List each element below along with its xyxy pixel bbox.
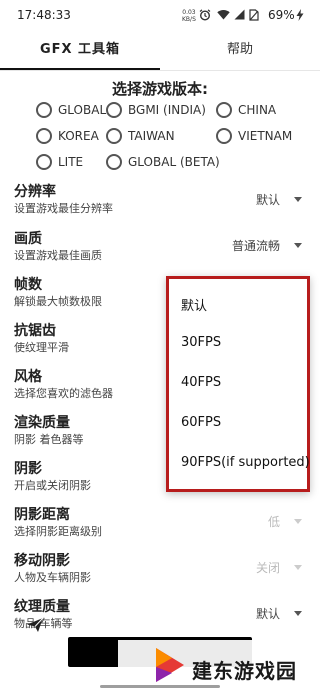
status-bar: 17:48:33 0.03 KB/S 69% xyxy=(0,0,320,30)
version-label: BGMI (INDIA) xyxy=(128,103,206,117)
version-label: TAIWAN xyxy=(128,129,175,143)
radio-circle xyxy=(106,128,122,144)
version-label: VIETNAM xyxy=(238,129,293,143)
fps-option-default[interactable]: 默认 xyxy=(181,295,207,314)
radio-circle xyxy=(106,154,122,170)
setting-title: 分辨率 xyxy=(14,184,56,200)
tab-gfx-toolbox[interactable]: GFX 工具箱 xyxy=(0,30,160,70)
version-radio-korea[interactable]: KOREA xyxy=(36,126,99,146)
send-icon[interactable] xyxy=(26,617,44,633)
selector-value: 普通流畅 xyxy=(232,238,281,253)
setting-desc: 开启或关闭阴影 xyxy=(14,479,91,492)
version-radio-china[interactable]: CHINA xyxy=(216,100,276,120)
radio-circle xyxy=(36,154,52,170)
no-sim-icon xyxy=(249,9,259,21)
watermark-text: 建东游戏园 xyxy=(192,659,297,683)
version-radio-taiwan[interactable]: TAIWAN xyxy=(106,126,175,146)
network-speed-unit: KB/S xyxy=(182,16,196,23)
setting-desc: 设置游戏最佳画质 xyxy=(14,249,102,262)
selector-value: 低 xyxy=(268,514,281,529)
setting-desc: 使纹理平滑 xyxy=(14,341,69,354)
fps-dropdown-menu: 默认 30FPS 40FPS 60FPS 90FPS(if supported) xyxy=(166,276,310,492)
tab-bar: GFX 工具箱 帮助 xyxy=(0,30,320,70)
setting-desc: 选择阴影距离级别 xyxy=(14,525,102,538)
fps-option-60[interactable]: 60FPS xyxy=(181,415,221,430)
setting-title: 抗锯齿 xyxy=(14,323,56,339)
setting-moving-shadows: 移动阴影 人物及车辆阴影 xyxy=(14,552,91,585)
version-radio-global-beta[interactable]: GLOBAL (BETA) xyxy=(106,152,220,172)
setting-fps: 帧数 解锁最大帧数极限 xyxy=(14,276,102,309)
setting-antialiasing: 抗锯齿 使纹理平滑 xyxy=(14,322,69,355)
setting-title: 帧数 xyxy=(14,277,42,293)
resolution-selector[interactable]: 默认 xyxy=(256,189,303,209)
setting-title: 风格 xyxy=(14,369,42,385)
version-label: LITE xyxy=(58,155,84,169)
watermark-logo-icon xyxy=(156,648,184,682)
graphics-selector[interactable]: 普通流畅 xyxy=(232,235,303,255)
setting-desc: 选择您喜欢的滤色器 xyxy=(14,387,113,400)
setting-desc: 阴影 着色器等 xyxy=(14,433,84,446)
dropdown-caret-icon xyxy=(294,610,303,616)
status-time: 17:48:33 xyxy=(17,8,71,22)
setting-shadow-distance: 阴影距离 选择阴影距离级别 xyxy=(14,506,102,539)
moving-shadows-selector[interactable]: 关闭 xyxy=(256,557,303,577)
home-indicator[interactable] xyxy=(100,685,220,688)
setting-desc: 人物及车辆阴影 xyxy=(14,571,91,584)
network-speed: 0.03 KB/S xyxy=(182,9,196,23)
tab-divider xyxy=(0,70,320,71)
version-section-title: 选择游戏版本: xyxy=(112,80,208,98)
setting-style: 风格 选择您喜欢的滤色器 xyxy=(14,368,113,401)
version-label: KOREA xyxy=(58,129,99,143)
texture-quality-selector[interactable]: 默认 xyxy=(256,603,303,623)
version-label: CHINA xyxy=(238,103,277,117)
fps-option-40[interactable]: 40FPS xyxy=(181,375,221,390)
setting-title: 画质 xyxy=(14,231,42,247)
version-label: GLOBAL xyxy=(58,103,107,117)
setting-title: 纹理质量 xyxy=(14,599,70,615)
version-label: GLOBAL (BETA) xyxy=(128,155,220,169)
setting-title: 移动阴影 xyxy=(14,553,70,569)
signal-icon xyxy=(234,9,245,20)
setting-graphics: 画质 设置游戏最佳画质 xyxy=(14,230,102,263)
version-radio-global[interactable]: GLOBAL xyxy=(36,100,106,120)
radio-circle xyxy=(36,102,52,118)
version-radio-lite[interactable]: LITE xyxy=(36,152,83,172)
radio-circle xyxy=(216,102,232,118)
radio-circle xyxy=(36,128,52,144)
selector-value: 默认 xyxy=(256,192,281,207)
dropdown-caret-icon xyxy=(294,196,303,202)
setting-render-quality: 渲染质量 阴影 着色器等 xyxy=(14,414,84,447)
setting-shadows: 阴影 开启或关闭阴影 xyxy=(14,460,91,493)
setting-resolution: 分辨率 设置游戏最佳分辨率 xyxy=(14,183,113,216)
charging-bolt-icon xyxy=(296,9,304,21)
radio-circle xyxy=(216,128,232,144)
battery-percent: 69% xyxy=(268,8,295,22)
setting-desc: 设置游戏最佳分辨率 xyxy=(14,202,113,215)
alarm-icon xyxy=(199,9,211,21)
radio-circle xyxy=(106,102,122,118)
tab-help[interactable]: 帮助 xyxy=(160,30,320,70)
selector-value: 关闭 xyxy=(256,560,281,575)
shadow-distance-selector[interactable]: 低 xyxy=(268,511,303,531)
fps-option-30[interactable]: 30FPS xyxy=(181,335,221,350)
setting-title: 阴影 xyxy=(14,461,42,477)
selector-value: 默认 xyxy=(256,606,281,621)
dropdown-caret-icon xyxy=(294,518,303,524)
setting-desc: 解锁最大帧数极限 xyxy=(14,295,102,308)
version-radio-vietnam[interactable]: VIETNAM xyxy=(216,126,292,146)
fps-option-90[interactable]: 90FPS(if supported) xyxy=(181,455,310,470)
wifi-icon xyxy=(217,9,230,20)
setting-title: 阴影距离 xyxy=(14,507,70,523)
network-speed-value: 0.03 xyxy=(182,9,196,16)
dropdown-caret-icon xyxy=(294,564,303,570)
setting-title: 渲染质量 xyxy=(14,415,70,431)
dropdown-caret-icon xyxy=(294,242,303,248)
version-radio-bgmi[interactable]: BGMI (INDIA) xyxy=(106,100,206,120)
